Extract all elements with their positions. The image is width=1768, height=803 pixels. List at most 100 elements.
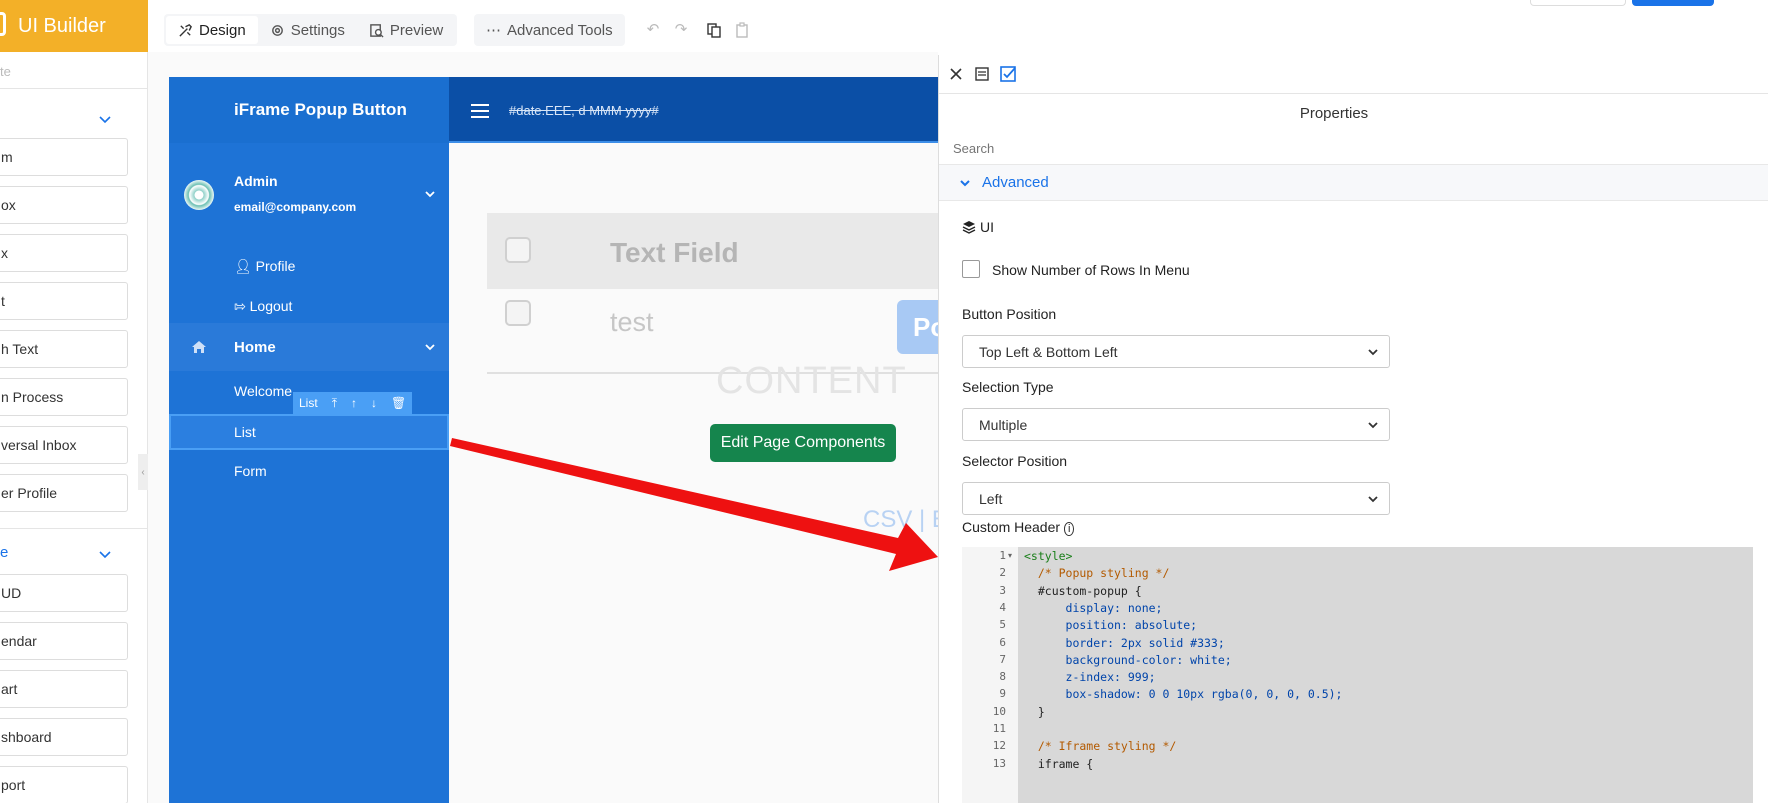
hamburger-icon[interactable] — [471, 104, 489, 118]
home-icon — [192, 341, 206, 353]
custom-header-label-text: Custom Header — [962, 519, 1061, 535]
checkbox-checked-icon[interactable] — [999, 65, 1017, 83]
component-item[interactable]: art — [0, 670, 128, 708]
info-icon[interactable]: i — [1063, 522, 1075, 536]
line-number: 6 — [999, 635, 1006, 649]
ellipsis-icon: ⋯ — [486, 22, 501, 39]
component-item[interactable]: endar — [0, 622, 128, 660]
show-rows-label: Show Number of Rows In Menu — [992, 262, 1190, 278]
undo-icon[interactable]: ↶ — [645, 22, 661, 38]
menu-item-profile[interactable]: 👤︎ Profile — [169, 246, 449, 286]
code-line: box-shadow: 0 0 10px rgba(0, 0, 0, 0.5); — [1024, 687, 1343, 702]
tab-preview[interactable]: Preview — [357, 16, 455, 44]
selection-type-select[interactable]: Multiple — [962, 408, 1390, 441]
code-area[interactable]: <style> /* Popup styling */ #custom-popu… — [1018, 547, 1753, 803]
component-item[interactable]: shboard — [0, 718, 128, 756]
chevron-down-icon[interactable] — [424, 188, 436, 200]
brand-logo-icon — [0, 12, 6, 36]
move-down-icon[interactable]: ↓ — [371, 396, 377, 410]
primary-action-button[interactable] — [1632, 0, 1714, 6]
custom-header-code-editor[interactable]: 1 ▾ 2 3 4 5 6 7 8 9 10 11 12 13 <style> /* Popup styl… — [962, 547, 1753, 803]
move-up-icon[interactable]: ↑ — [351, 396, 357, 410]
code-line: display: none; — [1024, 600, 1163, 615]
tab-design[interactable]: Design — [166, 16, 258, 44]
components-search[interactable]: te — [0, 64, 11, 79]
tab-preview-label: Preview — [389, 21, 444, 39]
menu-item-home[interactable]: Home — [169, 323, 449, 371]
code-line: <style> — [1024, 549, 1073, 563]
component-item[interactable]: x — [0, 234, 128, 272]
ui-heading: UI — [962, 219, 994, 235]
component-item[interactable]: m — [0, 138, 128, 176]
component-item[interactable]: ox — [0, 186, 128, 224]
preview-icon — [370, 23, 384, 38]
component-item[interactable]: er Profile — [0, 474, 128, 512]
code-line: iframe { — [1024, 756, 1094, 771]
popup-button[interactable]: Po — [897, 300, 946, 354]
delete-icon[interactable]: 🗑︎ — [391, 396, 406, 410]
row-checkbox[interactable] — [505, 300, 531, 326]
advanced-section-header[interactable]: Advanced — [939, 164, 1768, 201]
redo-icon[interactable]: ↷ — [673, 22, 689, 38]
line-number: 12 — [992, 739, 1006, 753]
component-item[interactable]: port — [0, 766, 128, 803]
button-position-select[interactable]: Top Left & Bottom Left — [962, 335, 1390, 368]
advanced-tools-button[interactable]: ⋯ Advanced Tools — [474, 14, 625, 46]
select-all-checkbox[interactable] — [505, 237, 531, 263]
menu-item-list[interactable]: List — [169, 414, 449, 450]
properties-search-input[interactable] — [953, 141, 1253, 156]
button-position-label: Button Position — [962, 306, 1057, 322]
code-line: } — [1024, 704, 1045, 719]
chevron-down-icon — [960, 180, 970, 187]
gear-icon — [271, 24, 283, 36]
logout-icon: ⇰ — [234, 297, 246, 314]
menu-item-form[interactable]: Form — [169, 451, 449, 491]
copy-icon[interactable] — [706, 22, 722, 38]
export-links[interactable]: CSV | E — [863, 506, 948, 534]
app-title-bar: iFrame Popup Button — [169, 77, 449, 143]
ui-heading-label: UI — [980, 219, 994, 235]
chevron-down-icon[interactable] — [424, 341, 436, 353]
line-number: 5 — [999, 618, 1006, 632]
chevron-down-icon — [1368, 349, 1378, 356]
chevron-down-icon[interactable] — [96, 545, 114, 563]
line-number: 10 — [992, 704, 1006, 718]
section-label[interactable]: e — [0, 544, 8, 561]
component-item[interactable]: versal Inbox — [0, 426, 128, 464]
properties-panel: Properties Advanced UI Show Number of Ro… — [938, 55, 1768, 803]
button-position-value: Top Left & Bottom Left — [979, 343, 1118, 360]
paste-icon[interactable] — [734, 22, 750, 38]
component-item[interactable]: UD — [0, 574, 128, 612]
component-item[interactable]: t — [0, 282, 128, 320]
line-number: 1 — [999, 549, 1006, 562]
selector-position-select[interactable]: Left — [962, 482, 1390, 515]
menu-item-logout[interactable]: ⇰ Logout — [169, 286, 449, 326]
user-profile[interactable]: Admin email@company.com — [169, 143, 449, 243]
component-item[interactable]: h Text — [0, 330, 128, 368]
advanced-tools-label: Advanced Tools — [507, 21, 613, 39]
chevron-down-icon[interactable] — [96, 110, 114, 128]
edit-page-components-button[interactable]: Edit Page Components — [710, 424, 896, 462]
secondary-action-button[interactable] — [1530, 0, 1626, 6]
move-to-parent-icon[interactable]: ⤒ — [332, 396, 337, 411]
menu-item-list-label: List — [234, 424, 256, 440]
show-rows-checkbox[interactable] — [962, 260, 980, 278]
selection-type-value: Multiple — [979, 416, 1028, 433]
divider — [939, 93, 1768, 94]
menu-item-logout-label: ⇰ Logout — [234, 298, 292, 315]
close-icon[interactable] — [947, 65, 965, 83]
column-header-text-field: Text Field — [610, 237, 739, 268]
tab-settings-label: Settings — [290, 21, 345, 39]
custom-header-label: Custom Header i — [962, 519, 1075, 536]
form-icon[interactable] — [973, 65, 991, 83]
fold-toggle-icon[interactable]: ▾ — [1008, 551, 1012, 560]
tab-settings[interactable]: Settings — [258, 16, 357, 44]
component-item[interactable]: n Process — [0, 378, 128, 416]
divider — [0, 528, 148, 529]
collapse-handle[interactable]: ‹ — [138, 454, 148, 490]
app-title: iFrame Popup Button — [234, 100, 407, 119]
admin-name: Admin — [234, 173, 278, 189]
app-sidebar: iFrame Popup Button Admin email@company.… — [169, 77, 449, 803]
admin-email: email@company.com — [234, 200, 357, 214]
selector-position-value: Left — [979, 490, 1003, 507]
